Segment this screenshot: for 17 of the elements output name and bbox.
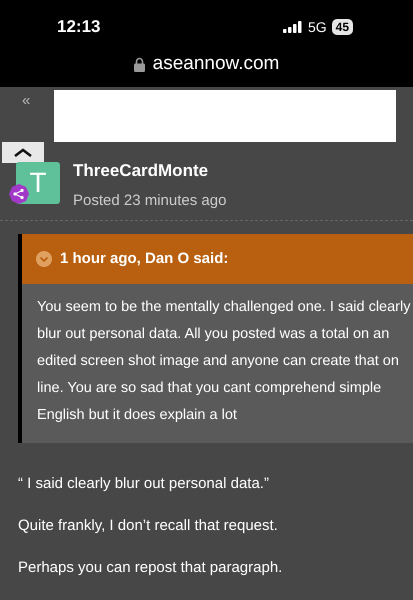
post-time: Posted 23 minutes ago — [73, 190, 226, 210]
quote-text: You seem to be the mentally challenged one. I said clearly blur out personal data. All you posted was a total on an edited screen shot image and anyone can create that on line. You are so sad that you cant comprehend simple English but it does explain a lot — [36, 298, 412, 425]
post-paragraph: Perhaps you can repost that paragraph. — [18, 558, 284, 578]
chevron-down-icon — [36, 251, 52, 267]
network-label: 5G — [308, 18, 327, 36]
signal-icon — [282, 21, 303, 33]
clock-time: 12:13 — [57, 16, 100, 38]
badge-icon — [9, 184, 29, 204]
post-paragraph: “ I said clearly blur out personal data.” — [18, 474, 270, 494]
quote-header[interactable]: 1 hour ago, Dan O said: — [22, 234, 413, 284]
battery-level: 45 — [332, 19, 353, 35]
back-link[interactable]: « — [22, 90, 30, 112]
chevron-up-icon — [13, 148, 33, 157]
collapse-button[interactable] — [2, 142, 44, 163]
author-name[interactable]: ThreeCardMonte — [73, 158, 226, 184]
post-paragraph: Quite frankly, I don’t recall that request. — [18, 516, 279, 536]
lock-icon — [134, 57, 145, 72]
